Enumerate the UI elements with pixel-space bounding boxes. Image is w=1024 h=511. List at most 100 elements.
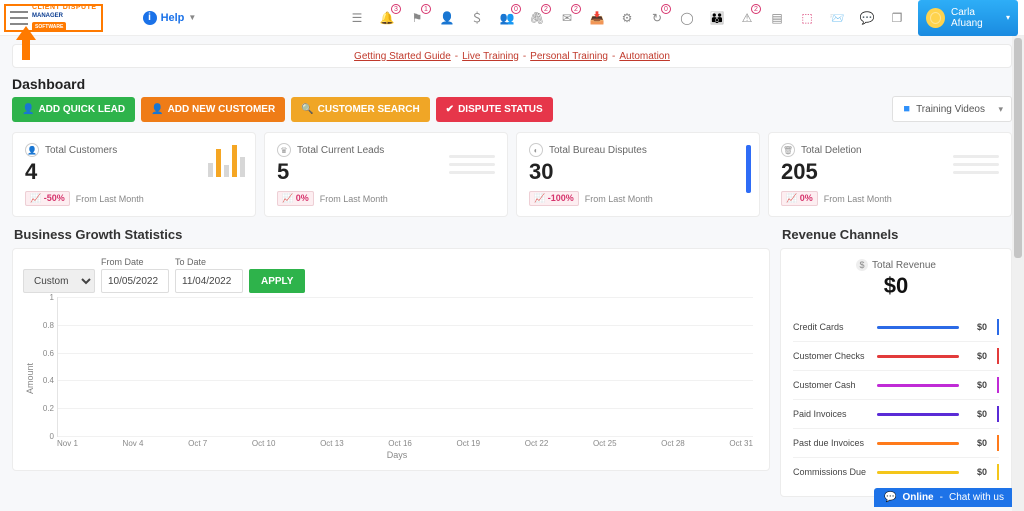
globe-icon: ◐ — [529, 143, 543, 157]
crown-icon: ♛ — [277, 143, 291, 157]
revenue-panel: $Total Revenue $0 Credit Cards$0 Custome… — [780, 248, 1012, 497]
mail-icon[interactable]: ✉2 — [558, 9, 576, 27]
sparkbars-icon — [208, 143, 245, 177]
customer-search-button[interactable]: 🔍CUSTOMER SEARCH — [291, 97, 430, 122]
scrollbar[interactable] — [1012, 36, 1024, 511]
channel-past-due-invoices: Past due Invoices$0 — [793, 429, 999, 458]
link-automation[interactable]: Automation — [619, 51, 670, 62]
group-icon[interactable]: 👪 — [708, 9, 726, 27]
card-total-deletion: 🗑Total Deletion 205 📈 0%From Last Month — [768, 132, 1012, 217]
trash-icon: 🗑 — [781, 143, 795, 157]
check-circle-icon: ✔ — [446, 104, 454, 115]
topbar: CLIENT DISPUTE MANAGER SOFTWARE i Help ▼… — [0, 0, 1024, 36]
delta-pill: 📈 -50% — [25, 191, 70, 206]
delta-pill: 📈 0% — [781, 191, 818, 206]
training-videos-label: Training Videos — [916, 104, 985, 115]
search-icon: 🔍 — [301, 104, 313, 115]
card-total-leads: ♛Total Current Leads 5 📈 0%From Last Mon… — [264, 132, 508, 217]
apply-button[interactable]: APPLY — [249, 269, 305, 293]
callout-arrow-icon — [14, 26, 38, 62]
channel-paid-invoices: Paid Invoices$0 — [793, 400, 999, 429]
to-date-label: To Date — [175, 257, 243, 267]
x-axis-label: Days — [35, 450, 759, 460]
link-icon[interactable]: 🖇2 — [528, 9, 546, 27]
add-new-customer-button[interactable]: 👤ADD NEW CUSTOMER — [141, 97, 285, 122]
from-date-label: From Date — [101, 257, 169, 267]
sparkline-icon — [953, 155, 999, 174]
stack-icon[interactable]: ▤ — [768, 9, 786, 27]
chat-text: Chat with us — [949, 492, 1004, 503]
channel-customer-checks: Customer Checks$0 — [793, 342, 999, 371]
help-label: Help — [161, 12, 185, 24]
bell-icon[interactable]: 🔔3 — [378, 9, 396, 27]
chat-widget[interactable]: 💬 Online - Chat with us — [874, 488, 1014, 507]
chevron-down-icon: ▾ — [998, 104, 1003, 115]
revenue-heading: Revenue Channels — [780, 227, 1012, 248]
video-icon: ■ — [903, 103, 910, 115]
list-icon[interactable]: ☰ — [348, 9, 366, 27]
chat-icon[interactable]: 💬 — [858, 9, 876, 27]
envelope-open-icon[interactable]: 📨 — [828, 9, 846, 27]
user-plus-icon: 👤 — [22, 104, 34, 115]
total-bureau-value: 30 — [529, 159, 747, 185]
user-plus-icon: 👤 — [151, 104, 163, 115]
total-revenue-value: $0 — [793, 273, 999, 299]
user-name: Carla Afuang — [951, 7, 1006, 29]
delta-pill: 📈 0% — [277, 191, 314, 206]
dollar-icon: $ — [856, 259, 868, 271]
inbox-icon[interactable]: 📥 — [588, 9, 606, 27]
chat-bubble-icon: 💬 — [884, 492, 896, 503]
dispute-status-button[interactable]: ✔DISPUTE STATUS — [436, 97, 553, 122]
growth-filters: Custom From Date To Date APPLY — [23, 257, 759, 293]
card-total-bureau-disputes: ◐Total Bureau Disputes 30 📈 -100%From La… — [516, 132, 760, 217]
sitemap-icon[interactable]: ⚙ — [618, 9, 636, 27]
business-growth-section: Business Growth Statistics Custom From D… — [12, 227, 770, 497]
vertical-bar-icon — [746, 145, 751, 193]
chart-grid: 1 0.8 0.6 0.4 0.2 0 — [57, 297, 753, 437]
stat-cards: 👤Total Customers 4 📈 -50%From Last Month… — [0, 132, 1024, 217]
help-menu[interactable]: i Help ▼ — [143, 11, 197, 25]
logo: CLIENT DISPUTE MANAGER SOFTWARE — [32, 4, 97, 32]
chevron-down-icon: ▾ — [1006, 13, 1010, 22]
avatar — [926, 8, 945, 28]
hamburger-menu-icon[interactable] — [10, 11, 28, 25]
channel-customer-cash: Customer Cash$0 — [793, 371, 999, 400]
link-getting-started[interactable]: Getting Started Guide — [354, 51, 451, 62]
user-icon: 👤 — [25, 143, 39, 157]
user-icon[interactable]: 👤 — [438, 9, 456, 27]
total-revenue: $Total Revenue $0 — [793, 259, 999, 299]
link-live-training[interactable]: Live Training — [462, 51, 519, 62]
warning-icon[interactable]: ⚠2 — [738, 9, 756, 27]
history-icon[interactable]: ↻0 — [648, 9, 666, 27]
money-icon[interactable]: ⬚ — [798, 9, 816, 27]
logo-line2: MANAGER — [32, 12, 97, 20]
revenue-section: Revenue Channels $Total Revenue $0 Credi… — [780, 227, 1012, 497]
growth-chart: Amount 1 0.8 0.6 0.4 0.2 0 Nov 1Nov 4Oct… — [23, 297, 759, 460]
people-icon[interactable]: 👥0 — [498, 9, 516, 27]
delta-pill: 📈 -100% — [529, 191, 579, 206]
x-axis-ticks: Nov 1Nov 4Oct 7Oct 10Oct 13Oct 16Oct 19O… — [57, 439, 753, 448]
info-icon: i — [143, 11, 157, 25]
action-buttons: 👤ADD QUICK LEAD 👤ADD NEW CUSTOMER 🔍CUSTO… — [0, 96, 1024, 132]
to-date-input[interactable] — [175, 269, 243, 293]
channel-commissions-due: Commissions Due$0 — [793, 458, 999, 486]
circle-icon[interactable]: ◯ — [678, 9, 696, 27]
chat-status: Online — [903, 492, 934, 503]
growth-heading: Business Growth Statistics — [12, 227, 770, 248]
growth-panel: Custom From Date To Date APPLY Amount 1 — [12, 248, 770, 471]
dollar-icon[interactable]: ＄ — [468, 9, 486, 27]
add-quick-lead-button[interactable]: 👤ADD QUICK LEAD — [12, 97, 135, 122]
range-select[interactable]: Custom — [23, 269, 95, 293]
training-videos-dropdown[interactable]: ■ Training Videos ▾ — [892, 96, 1012, 122]
link-personal-training[interactable]: Personal Training — [530, 51, 608, 62]
channel-credit-cards: Credit Cards$0 — [793, 313, 999, 342]
user-menu[interactable]: Carla Afuang ▾ — [918, 0, 1018, 36]
sparkline-icon — [449, 155, 495, 174]
flag-icon[interactable]: ⚑1 — [408, 9, 426, 27]
copy-icon[interactable]: ❐ — [888, 9, 906, 27]
page-header: Dashboard — [0, 68, 1024, 96]
revenue-channels: Credit Cards$0 Customer Checks$0 Custome… — [793, 313, 999, 486]
from-date-input[interactable] — [101, 269, 169, 293]
page-title: Dashboard — [12, 76, 1012, 92]
y-axis-label: Amount — [23, 297, 35, 460]
